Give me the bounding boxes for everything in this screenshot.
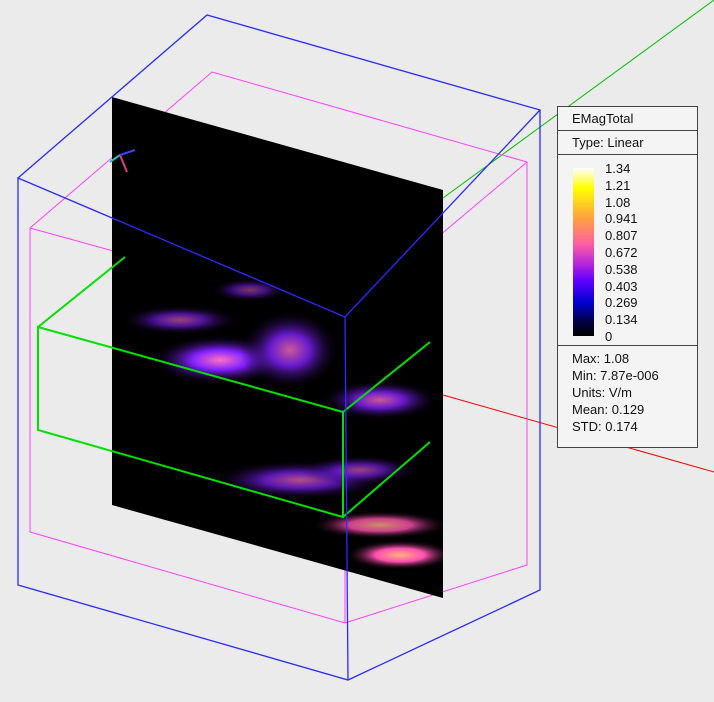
legend-tick: 0.403 [605,278,638,294]
legend-tick: 0.269 [605,295,638,311]
legend-tick: 0.941 [605,211,638,227]
legend-tick: 0.807 [605,228,638,244]
stat-mean: Mean: 0.129 [572,402,645,417]
legend-tick: 0.672 [605,244,638,260]
legend-tick: 0.134 [605,312,638,328]
legend-title: EMagTotal [558,107,697,131]
legend-tick: 0.538 [605,261,638,277]
stat-max: Max: 1.08 [572,351,630,366]
legend-scale-type: Type: Linear [558,131,697,155]
legend-tick: 1.21 [605,177,631,193]
legend-tick: 0 [605,328,613,344]
stat-std: STD: 0.174 [572,419,638,434]
legend-scale: 1.34 1.21 1.08 0.941 0.807 0.672 0.538 0… [558,155,697,346]
field-plot-plane [112,97,443,598]
legend-tick: 1.08 [605,194,631,210]
legend-stats: Max: 1.08 Min: 7.87e-006 Units: V/m Mean… [558,346,697,435]
color-legend[interactable]: EMagTotal Type: Linear 1.34 1.21 1.08 0.… [557,106,698,448]
stat-min: Min: 7.87e-006 [572,368,659,383]
color-scale-bar [573,168,594,336]
legend-tick: 1.34 [605,161,631,176]
stat-units: Units: V/m [572,385,632,400]
